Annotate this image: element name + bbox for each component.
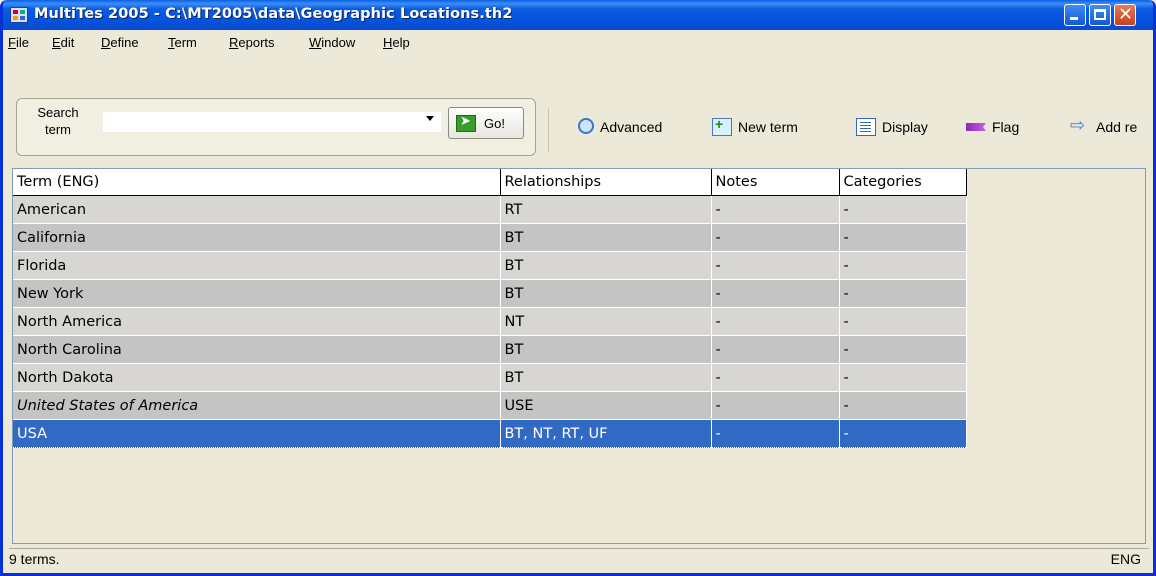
status-term-count: 9 terms. — [9, 551, 60, 567]
terms-table: Term (ENG) Relationships Notes Categorie… — [13, 169, 967, 448]
cell-term: North America — [13, 307, 501, 336]
go-label: Go! — [484, 116, 505, 131]
menu-help[interactable]: Help — [383, 35, 410, 50]
cell-relationships: RT — [500, 195, 712, 224]
cell-notes: - — [711, 251, 840, 280]
maximize-button[interactable] — [1089, 4, 1111, 26]
cell-notes: - — [711, 391, 840, 420]
cell-relationships: BT — [500, 335, 712, 364]
table-row[interactable]: North Carolina BT - - — [13, 335, 967, 364]
table-row[interactable]: California BT - - — [13, 223, 967, 252]
menu-window[interactable]: Window — [309, 35, 355, 50]
close-button[interactable]: ✕ — [1114, 4, 1136, 26]
cell-notes: - — [711, 363, 840, 392]
new-term-icon — [712, 116, 732, 136]
toolbar-separator — [548, 108, 549, 152]
cell-term: North Dakota — [13, 363, 501, 392]
column-header-categories[interactable]: Categories — [839, 169, 967, 196]
cell-categories: - — [839, 307, 967, 336]
maximize-icon — [1094, 9, 1106, 20]
cell-categories: - — [839, 335, 967, 364]
status-divider — [9, 548, 1149, 549]
column-header-term[interactable]: Term (ENG) — [13, 169, 501, 196]
cell-categories: - — [839, 419, 967, 448]
cell-term: American — [13, 195, 501, 224]
flag-icon — [966, 123, 986, 131]
window-title: MultiTes 2005 - C:\MT2005\data\Geographi… — [34, 6, 513, 22]
cell-relationships: BT — [500, 363, 712, 392]
go-button[interactable]: Go! — [448, 107, 524, 139]
cell-relationships: BT — [500, 251, 712, 280]
terms-grid[interactable]: Term (ENG) Relationships Notes Categorie… — [12, 168, 1146, 544]
search-input[interactable] — [103, 112, 441, 132]
table-row[interactable]: North America NT - - — [13, 307, 967, 336]
status-language: ENG — [1110, 551, 1141, 567]
status-bar: 9 terms. ENG — [9, 548, 1149, 572]
app-icon[interactable] — [10, 7, 28, 23]
cell-notes: - — [711, 195, 840, 224]
advanced-label: Advanced — [600, 119, 663, 135]
menu-file[interactable]: File — [8, 35, 29, 50]
cell-term: New York — [13, 279, 501, 308]
new-term-label: New term — [738, 119, 798, 135]
cell-term: California — [13, 223, 501, 252]
display-button[interactable]: Display — [856, 116, 956, 140]
search-label: Search term — [37, 105, 79, 137]
advanced-button[interactable]: Advanced — [574, 116, 698, 140]
menu-define[interactable]: Define — [101, 35, 139, 50]
flag-label: Flag — [992, 119, 1020, 135]
cell-relationships: USE — [500, 391, 712, 420]
close-icon: ✕ — [1118, 4, 1134, 25]
cell-categories: - — [839, 195, 967, 224]
minimize-button[interactable] — [1064, 4, 1086, 26]
menu-bar: File Edit Define Term Reports Window Hel… — [3, 30, 1153, 58]
cell-categories: - — [839, 223, 967, 252]
arrow-right-icon: ⇨ — [1070, 116, 1086, 135]
new-term-button[interactable]: New term — [712, 116, 842, 140]
column-header-relationships[interactable]: Relationships — [500, 169, 712, 196]
table-header-row: Term (ENG) Relationships Notes Categorie… — [13, 169, 967, 196]
table-row[interactable]: American RT - - — [13, 195, 967, 224]
cell-notes: - — [711, 279, 840, 308]
column-header-notes[interactable]: Notes — [711, 169, 840, 196]
add-relationship-button[interactable]: ⇨ Add re — [1070, 116, 1150, 140]
dropdown-arrow-icon[interactable] — [426, 116, 434, 121]
cell-notes: - — [711, 223, 840, 252]
cell-categories: - — [839, 279, 967, 308]
cell-term: USA — [13, 419, 501, 448]
cell-relationships: NT — [500, 307, 712, 336]
cell-term: United States of America — [13, 391, 501, 420]
menu-term[interactable]: Term — [168, 35, 197, 50]
cell-categories: - — [839, 251, 967, 280]
magnifier-icon — [578, 118, 594, 134]
title-bar[interactable]: MultiTes 2005 - C:\MT2005\data\Geographi… — [3, 0, 1153, 30]
cell-relationships: BT, NT, RT, UF — [500, 419, 712, 448]
table-row[interactable]: Florida BT - - — [13, 251, 967, 280]
table-row[interactable]: New York BT - - — [13, 279, 967, 308]
cell-notes: - — [711, 419, 840, 448]
cell-term: Florida — [13, 251, 501, 280]
display-icon — [856, 118, 876, 136]
cell-relationships: BT — [500, 279, 712, 308]
cell-categories: - — [839, 363, 967, 392]
menu-reports[interactable]: Reports — [229, 35, 275, 50]
minimize-icon — [1070, 17, 1078, 20]
go-arrow-icon — [456, 114, 476, 132]
cell-notes: - — [711, 307, 840, 336]
table-row[interactable]: United States of America USE - - — [13, 391, 967, 420]
cell-relationships: BT — [500, 223, 712, 252]
display-label: Display — [882, 119, 928, 135]
cell-notes: - — [711, 335, 840, 364]
table-row-selected[interactable]: USA BT, NT, RT, UF - - — [13, 419, 967, 448]
flag-button[interactable]: Flag — [966, 116, 1046, 140]
cell-categories: - — [839, 391, 967, 420]
menu-edit[interactable]: Edit — [52, 35, 74, 50]
cell-term: North Carolina — [13, 335, 501, 364]
add-relationship-label: Add re — [1096, 119, 1138, 135]
table-row[interactable]: North Dakota BT - - — [13, 363, 967, 392]
